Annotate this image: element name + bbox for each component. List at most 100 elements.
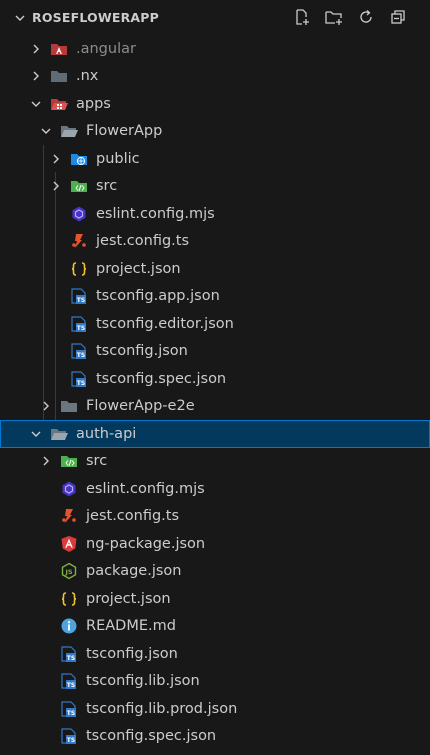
- jest-icon: [70, 232, 88, 250]
- tree-item-public-folder[interactable]: public: [0, 145, 430, 173]
- svg-text:TS: TS: [77, 352, 85, 359]
- tree-item-label: project.json: [96, 260, 181, 277]
- folder-open-icon: [60, 122, 78, 140]
- tree-item-auth-api-folder[interactable]: auth-api: [0, 420, 430, 448]
- tree-item-apps-folder[interactable]: apps: [0, 90, 430, 118]
- tree-item-label: tsconfig.editor.json: [96, 315, 234, 332]
- tree-item-readme[interactable]: README.md: [0, 613, 430, 641]
- tsconfig-icon: TS: [60, 727, 78, 745]
- chevron-right-icon[interactable]: [38, 453, 54, 469]
- tree-item-project-json[interactable]: project.json: [0, 585, 430, 613]
- info-icon: [60, 617, 78, 635]
- eslint-icon: [60, 480, 78, 498]
- tree-item-angular-folder[interactable]: .angular: [0, 35, 430, 63]
- tree-item-label: tsconfig.lib.prod.json: [86, 700, 238, 717]
- chevron-right-icon[interactable]: [38, 398, 54, 414]
- tree-item-label: src: [86, 453, 108, 470]
- explorer-header[interactable]: ROSEFLOWERAPP: [0, 0, 430, 35]
- tree-item-eslint-config[interactable]: eslint.config.mjs: [0, 475, 430, 503]
- tsconfig-icon: TS: [70, 287, 88, 305]
- tree-item-tsconfig-lib-prod[interactable]: TS tsconfig.lib.prod.json: [0, 695, 430, 723]
- jest-icon: [60, 507, 78, 525]
- tree-item-label: ng-package.json: [86, 535, 206, 552]
- svg-text:TS: TS: [77, 325, 85, 332]
- nodejs-icon: JS: [60, 562, 78, 580]
- chevron-right-icon[interactable]: [28, 41, 44, 57]
- chevron-right-icon[interactable]: [28, 68, 44, 84]
- tree-item-jest-config[interactable]: jest.config.ts: [0, 228, 430, 256]
- tree-item-flowerapp-folder[interactable]: FlowerApp: [0, 118, 430, 146]
- svg-text:TS: TS: [67, 655, 75, 662]
- tree-item-label: .nx: [76, 68, 99, 85]
- tree-item-tsconfig-app[interactable]: TS tsconfig.app.json: [0, 283, 430, 311]
- svg-text:TS: TS: [67, 682, 75, 689]
- svg-text:TS: TS: [77, 297, 85, 304]
- tree-item-label: FlowerApp: [86, 123, 163, 140]
- tree-item-label: apps: [76, 95, 111, 112]
- tree-item-label: tsconfig.json: [86, 645, 178, 662]
- tree-item-eslint-config[interactable]: eslint.config.mjs: [0, 200, 430, 228]
- folder-icon: [50, 67, 68, 85]
- tree-item-label: jest.config.ts: [86, 508, 180, 525]
- apps-folder-open-icon: [50, 95, 68, 113]
- angular-icon: [60, 535, 78, 553]
- svg-text:JS: JS: [64, 568, 72, 576]
- svg-text:TS: TS: [67, 710, 75, 717]
- tree-item-nx-folder[interactable]: .nx: [0, 63, 430, 91]
- tree-item-label: src: [96, 178, 118, 195]
- file-tree: .angular .nx apps FlowerApp public src e…: [0, 35, 430, 750]
- tsconfig-icon: TS: [60, 645, 78, 663]
- tree-item-label: tsconfig.spec.json: [86, 728, 217, 745]
- tree-item-tsconfig-spec[interactable]: TS tsconfig.spec.json: [0, 723, 430, 751]
- tree-item-label: jest.config.ts: [96, 233, 190, 250]
- tree-item-package-json[interactable]: JS package.json: [0, 558, 430, 586]
- new-file-icon[interactable]: [292, 7, 312, 27]
- tree-item-flowerapp-e2e-folder[interactable]: FlowerApp-e2e: [0, 393, 430, 421]
- header-actions: [292, 7, 408, 27]
- tsconfig-icon: TS: [60, 672, 78, 690]
- tree-item-label: eslint.config.mjs: [86, 480, 205, 497]
- public-folder-icon: [70, 150, 88, 168]
- new-folder-icon[interactable]: [324, 7, 344, 27]
- tree-item-label: tsconfig.app.json: [96, 288, 220, 305]
- tree-item-label: README.md: [86, 618, 176, 635]
- tree-item-label: FlowerApp-e2e: [86, 398, 195, 415]
- tree-item-tsconfig-lib[interactable]: TS tsconfig.lib.json: [0, 668, 430, 696]
- tsconfig-icon: TS: [70, 315, 88, 333]
- tsconfig-icon: TS: [70, 342, 88, 360]
- project-title: ROSEFLOWERAPP: [32, 10, 160, 25]
- chevron-right-icon[interactable]: [48, 178, 64, 194]
- json-icon: [70, 260, 88, 278]
- tree-item-src-folder[interactable]: src: [0, 448, 430, 476]
- chevron-down-icon[interactable]: [12, 10, 28, 26]
- refresh-icon[interactable]: [356, 7, 376, 27]
- tree-item-jest-config[interactable]: jest.config.ts: [0, 503, 430, 531]
- chevron-down-icon[interactable]: [28, 96, 44, 112]
- src-folder-icon: [70, 177, 88, 195]
- tree-item-tsconfig[interactable]: TS tsconfig.json: [0, 338, 430, 366]
- tree-item-label: public: [96, 150, 140, 167]
- tree-item-label: .angular: [76, 40, 136, 57]
- tree-item-tsconfig[interactable]: TS tsconfig.json: [0, 640, 430, 668]
- eslint-icon: [70, 205, 88, 223]
- tree-item-project-json[interactable]: project.json: [0, 255, 430, 283]
- tree-item-label: project.json: [86, 590, 171, 607]
- src-folder-icon: [60, 452, 78, 470]
- tree-item-tsconfig-editor[interactable]: TS tsconfig.editor.json: [0, 310, 430, 338]
- svg-text:TS: TS: [77, 380, 85, 387]
- chevron-right-icon[interactable]: [48, 151, 64, 167]
- tree-item-label: eslint.config.mjs: [96, 205, 215, 222]
- tree-item-src-folder[interactable]: src: [0, 173, 430, 201]
- chevron-down-icon[interactable]: [28, 426, 44, 442]
- tree-item-label: package.json: [86, 563, 182, 580]
- tree-item-label: tsconfig.lib.json: [86, 673, 200, 690]
- angular-folder-icon: [50, 40, 68, 58]
- chevron-down-icon[interactable]: [38, 123, 54, 139]
- collapse-all-icon[interactable]: [388, 7, 408, 27]
- tree-item-tsconfig-spec[interactable]: TS tsconfig.spec.json: [0, 365, 430, 393]
- tree-item-ng-package-json[interactable]: ng-package.json: [0, 530, 430, 558]
- tsconfig-icon: TS: [60, 700, 78, 718]
- tree-item-label: auth-api: [76, 425, 137, 442]
- svg-text:TS: TS: [67, 737, 75, 744]
- tsconfig-icon: TS: [70, 370, 88, 388]
